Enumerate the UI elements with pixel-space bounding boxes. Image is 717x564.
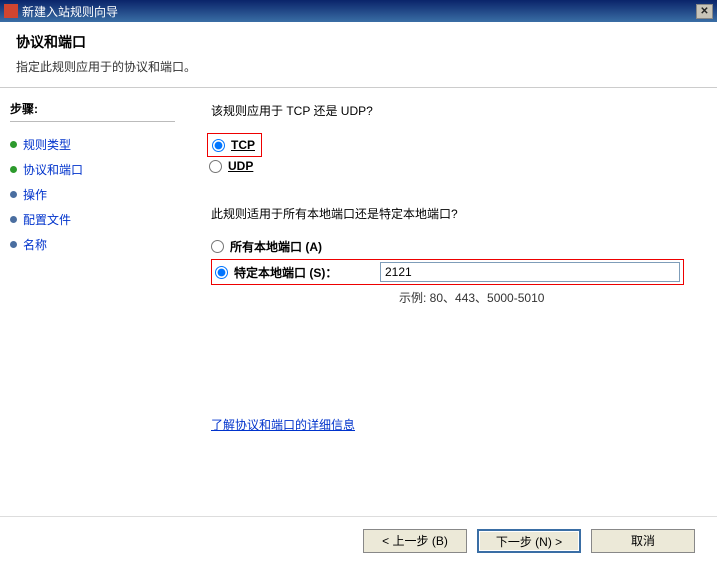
close-button[interactable]: ✕ [696,4,713,19]
radio-specific-ports-label: 特定本地端口 (S)： [234,264,374,281]
page-title: 协议和端口 [16,32,701,52]
step-dot-icon [10,241,17,248]
sidebar-step-rule-type[interactable]: 规则类型 [10,132,175,157]
sidebar-step-action[interactable]: 操作 [10,182,175,207]
step-dot-icon [10,141,17,148]
step-dot-icon [10,166,17,173]
step-dot-icon [10,216,17,223]
sidebar-step-protocol-port[interactable]: 协议和端口 [10,157,175,182]
radio-all-ports-label: 所有本地端口 (A) [230,238,322,255]
header-panel: 协议和端口 指定此规则应用于的协议和端口。 [0,22,717,88]
sidebar-heading: 步骤: [10,100,175,117]
page-subtitle: 指定此规则应用于的协议和端口。 [16,58,701,75]
step-link[interactable]: 操作 [23,186,47,203]
title-bar: 新建入站规则向导 ✕ [0,0,717,22]
radio-udp[interactable] [209,160,222,173]
sidebar-step-profile[interactable]: 配置文件 [10,207,175,232]
protocol-radio-group: TCP UDP [207,133,691,175]
window-title: 新建入站规则向导 [22,3,118,20]
sidebar-step-name[interactable]: 名称 [10,232,175,257]
step-link[interactable]: 名称 [23,236,47,253]
next-button[interactable]: 下一步 (N) > [477,529,581,553]
content-area: 该规则应用于 TCP 还是 UDP? TCP UDP 此规则适用于所有本地端口还… [185,88,717,516]
port-input[interactable] [380,262,680,282]
step-dot-icon [10,191,17,198]
step-link[interactable]: 规则类型 [23,136,71,153]
radio-tcp-label: TCP [231,138,255,152]
radio-tcp[interactable] [212,139,225,152]
close-icon: ✕ [700,6,708,17]
radio-all-ports[interactable] [211,240,224,253]
footer: < 上一步 (B) 下一步 (N) > 取消 [0,516,717,564]
radio-specific-ports[interactable] [215,266,228,279]
port-example: 示例: 80、443、5000-5010 [399,289,691,306]
radio-udp-label: UDP [228,159,253,173]
back-button[interactable]: < 上一步 (B) [363,529,467,553]
sidebar: 步骤: 规则类型 协议和端口 操作 配置文件 名称 [0,88,185,516]
protocol-question: 该规则应用于 TCP 还是 UDP? [211,102,691,119]
wizard-icon [4,4,18,18]
info-link[interactable]: 了解协议和端口的详细信息 [211,416,355,433]
step-link[interactable]: 协议和端口 [23,161,83,178]
step-link[interactable]: 配置文件 [23,211,71,228]
cancel-button[interactable]: 取消 [591,529,695,553]
sidebar-separator [10,121,175,122]
port-question: 此规则适用于所有本地端口还是特定本地端口? [211,205,691,222]
